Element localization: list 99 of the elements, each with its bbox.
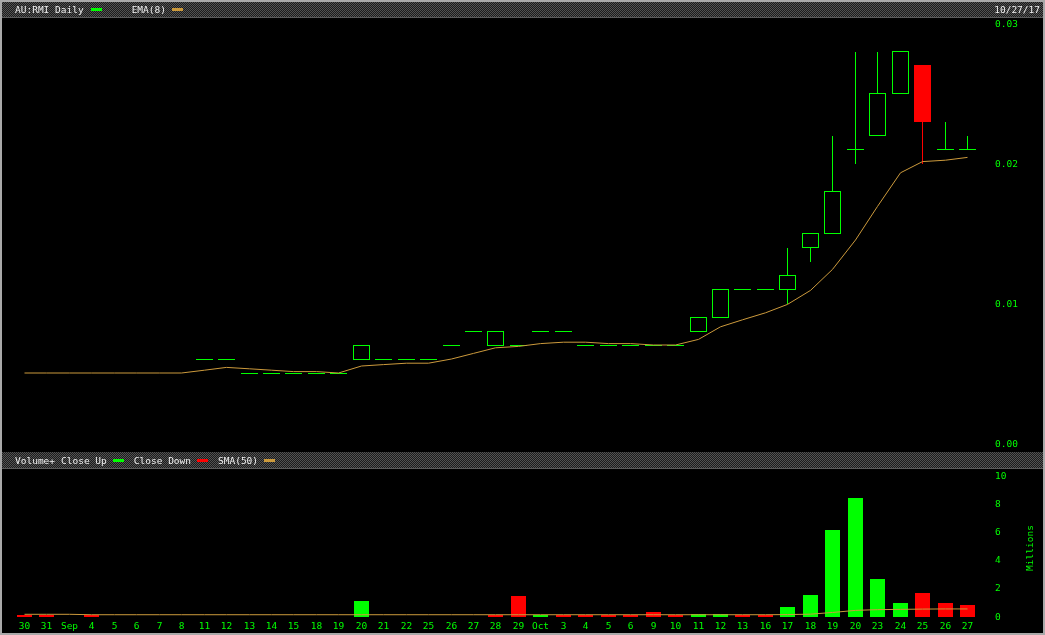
date-axis-label: 23	[871, 620, 884, 631]
date-axis-label: 11	[198, 620, 211, 631]
volume-bar	[691, 614, 706, 617]
date-axis-label: 31	[40, 620, 53, 631]
candlestick	[531, 331, 550, 332]
candlestick	[756, 289, 775, 290]
date-axis-label: 18	[804, 620, 817, 631]
candlestick	[892, 51, 909, 94]
date-axis-label: 19	[826, 620, 839, 631]
candlestick	[554, 331, 573, 332]
volume-bar	[354, 601, 369, 617]
candlestick	[487, 331, 504, 346]
date-axis-label: 10	[669, 620, 682, 631]
price-axis-label: 0.02	[995, 157, 1018, 169]
candlestick	[217, 359, 236, 360]
candlestick	[779, 247, 796, 304]
date-axis-label: 27	[961, 620, 974, 631]
candlestick	[262, 373, 281, 374]
date-axis-label: 29	[512, 620, 525, 631]
volume-bar	[870, 579, 885, 617]
legend-label: SMA(50)	[218, 454, 259, 466]
volume-axis-label: 10	[995, 469, 1007, 481]
candlestick	[576, 345, 595, 346]
volume-bar	[713, 614, 728, 617]
legend-label: Close Up	[61, 454, 107, 466]
date-axis-label: 5	[605, 620, 612, 631]
date-axis-label: 27	[467, 620, 480, 631]
chart-date: 10/27/17	[994, 4, 1040, 15]
candlestick	[419, 359, 438, 360]
date-axis-label: 25	[422, 620, 435, 631]
date-axis-label: 11	[692, 620, 705, 631]
volume-bar	[511, 596, 526, 617]
legend-label: EMA(8)	[131, 4, 166, 15]
date-axis-label: 24	[894, 620, 907, 631]
date-axis-label: 17	[781, 620, 794, 631]
date-axis-label: 26	[939, 620, 952, 631]
candlestick	[802, 233, 819, 262]
chart-title: AU:RMI Daily	[15, 4, 84, 15]
candlestick	[442, 345, 461, 346]
volume-axis-label: 4	[995, 554, 1001, 566]
price-axis-label: 0.01	[995, 297, 1018, 309]
volume-axis-label: 2	[995, 582, 1001, 594]
date-axis-label: Oct	[531, 620, 550, 631]
price-axis-label: 0.00	[995, 437, 1018, 449]
candlestick	[195, 359, 214, 360]
volume-bar	[803, 595, 818, 617]
date-axis-label: 4	[88, 620, 95, 631]
date-axis-label: 4	[582, 620, 589, 631]
date-axis-label: 20	[355, 620, 368, 631]
candlestick	[621, 345, 640, 346]
volume-bar	[780, 607, 795, 617]
candlestick	[599, 345, 618, 346]
date-axis-label: 7	[156, 620, 163, 631]
volume-axis-label: 6	[995, 525, 1001, 537]
candlestick	[397, 359, 416, 360]
date-axis-label: 14	[265, 620, 278, 631]
date-axis-label: 15	[287, 620, 300, 631]
date-axis-label: 12	[220, 620, 233, 631]
date-axis-label: 6	[627, 620, 634, 631]
candlestick	[464, 331, 483, 332]
date-axis-label: 25	[916, 620, 929, 631]
date-axis-label: 3	[560, 620, 567, 631]
date-axis-label: 19	[332, 620, 345, 631]
candlestick	[307, 373, 326, 374]
date-axis-label: 18	[310, 620, 323, 631]
candlestick	[712, 289, 729, 318]
date-axis-label: 30	[18, 620, 31, 631]
volume-bar	[646, 612, 661, 617]
date-axis-label: 16	[759, 620, 772, 631]
date-axis-label: 22	[400, 620, 413, 631]
date-axis-label: 28	[489, 620, 502, 631]
candlestick	[690, 317, 707, 332]
candlestick	[733, 289, 752, 290]
date-axis-label: 12	[714, 620, 727, 631]
date-axis-label: 20	[849, 620, 862, 631]
chart-title: Volume+	[15, 454, 56, 466]
axis-title: Millions	[1023, 525, 1035, 571]
price-axis-label: 0.03	[995, 18, 1018, 29]
candlestick	[958, 135, 977, 150]
volume-axis-label: 0	[995, 610, 1001, 622]
date-axis-label: Sep	[60, 620, 79, 631]
date-axis-label: 13	[736, 620, 749, 631]
candlestick	[374, 359, 393, 360]
date-axis-label: 21	[377, 620, 390, 631]
candlestick	[284, 373, 303, 374]
candlestick	[353, 345, 370, 360]
date-axis-label: 26	[445, 620, 458, 631]
candlestick	[936, 121, 955, 150]
date-axis-label: 6	[133, 620, 140, 631]
date-axis-label: 13	[243, 620, 256, 631]
date-axis-label: 5	[111, 620, 118, 631]
legend-label: Close Down	[133, 454, 191, 466]
volume-bar	[915, 593, 930, 617]
volume-bar	[960, 605, 975, 617]
date-axis-label: 9	[650, 620, 657, 631]
candlestick	[329, 373, 348, 374]
volume-axis-label: 8	[995, 497, 1001, 509]
candlestick	[240, 373, 259, 374]
date-axis-label: 8	[178, 620, 185, 631]
